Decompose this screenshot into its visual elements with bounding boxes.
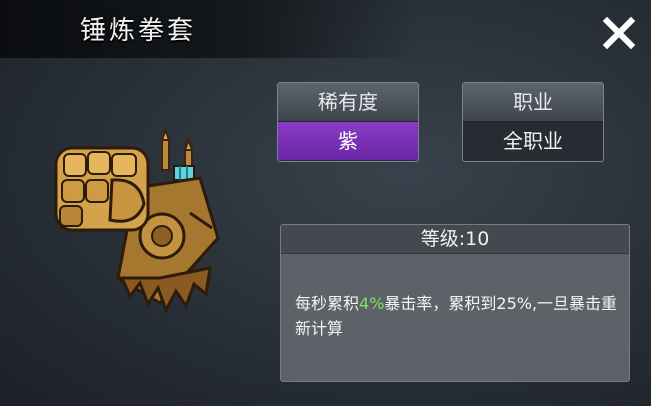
item-title: 锤炼拳套 bbox=[80, 16, 197, 46]
job-label: 职业 bbox=[463, 83, 603, 122]
description-box: 等级:10 每秒累积4%暴击率，累积到25%,一旦暴击重新计算 bbox=[280, 224, 630, 382]
job-value: 全职业 bbox=[463, 122, 603, 160]
description-text: 每秒累积4%暴击率，累积到25%,一旦暴击重新计算 bbox=[295, 291, 620, 341]
gauntlet-icon bbox=[54, 128, 220, 314]
description-part1: 每秒累积 bbox=[295, 294, 360, 313]
close-icon[interactable] bbox=[598, 12, 640, 54]
rarity-label: 稀有度 bbox=[278, 83, 418, 122]
rarity-value: 紫 bbox=[278, 122, 418, 160]
description-highlight: 4% bbox=[359, 294, 385, 313]
rarity-box: 稀有度 紫 bbox=[277, 82, 419, 162]
title-bar bbox=[0, 0, 420, 58]
job-box: 职业 全职业 bbox=[462, 82, 604, 162]
level-label: 等级:10 bbox=[281, 225, 629, 254]
item-detail-panel: 锤炼拳套 稀有度 紫 职业 全职业 等级:10 每秒累积4%暴击率，累积到25%… bbox=[0, 0, 651, 406]
